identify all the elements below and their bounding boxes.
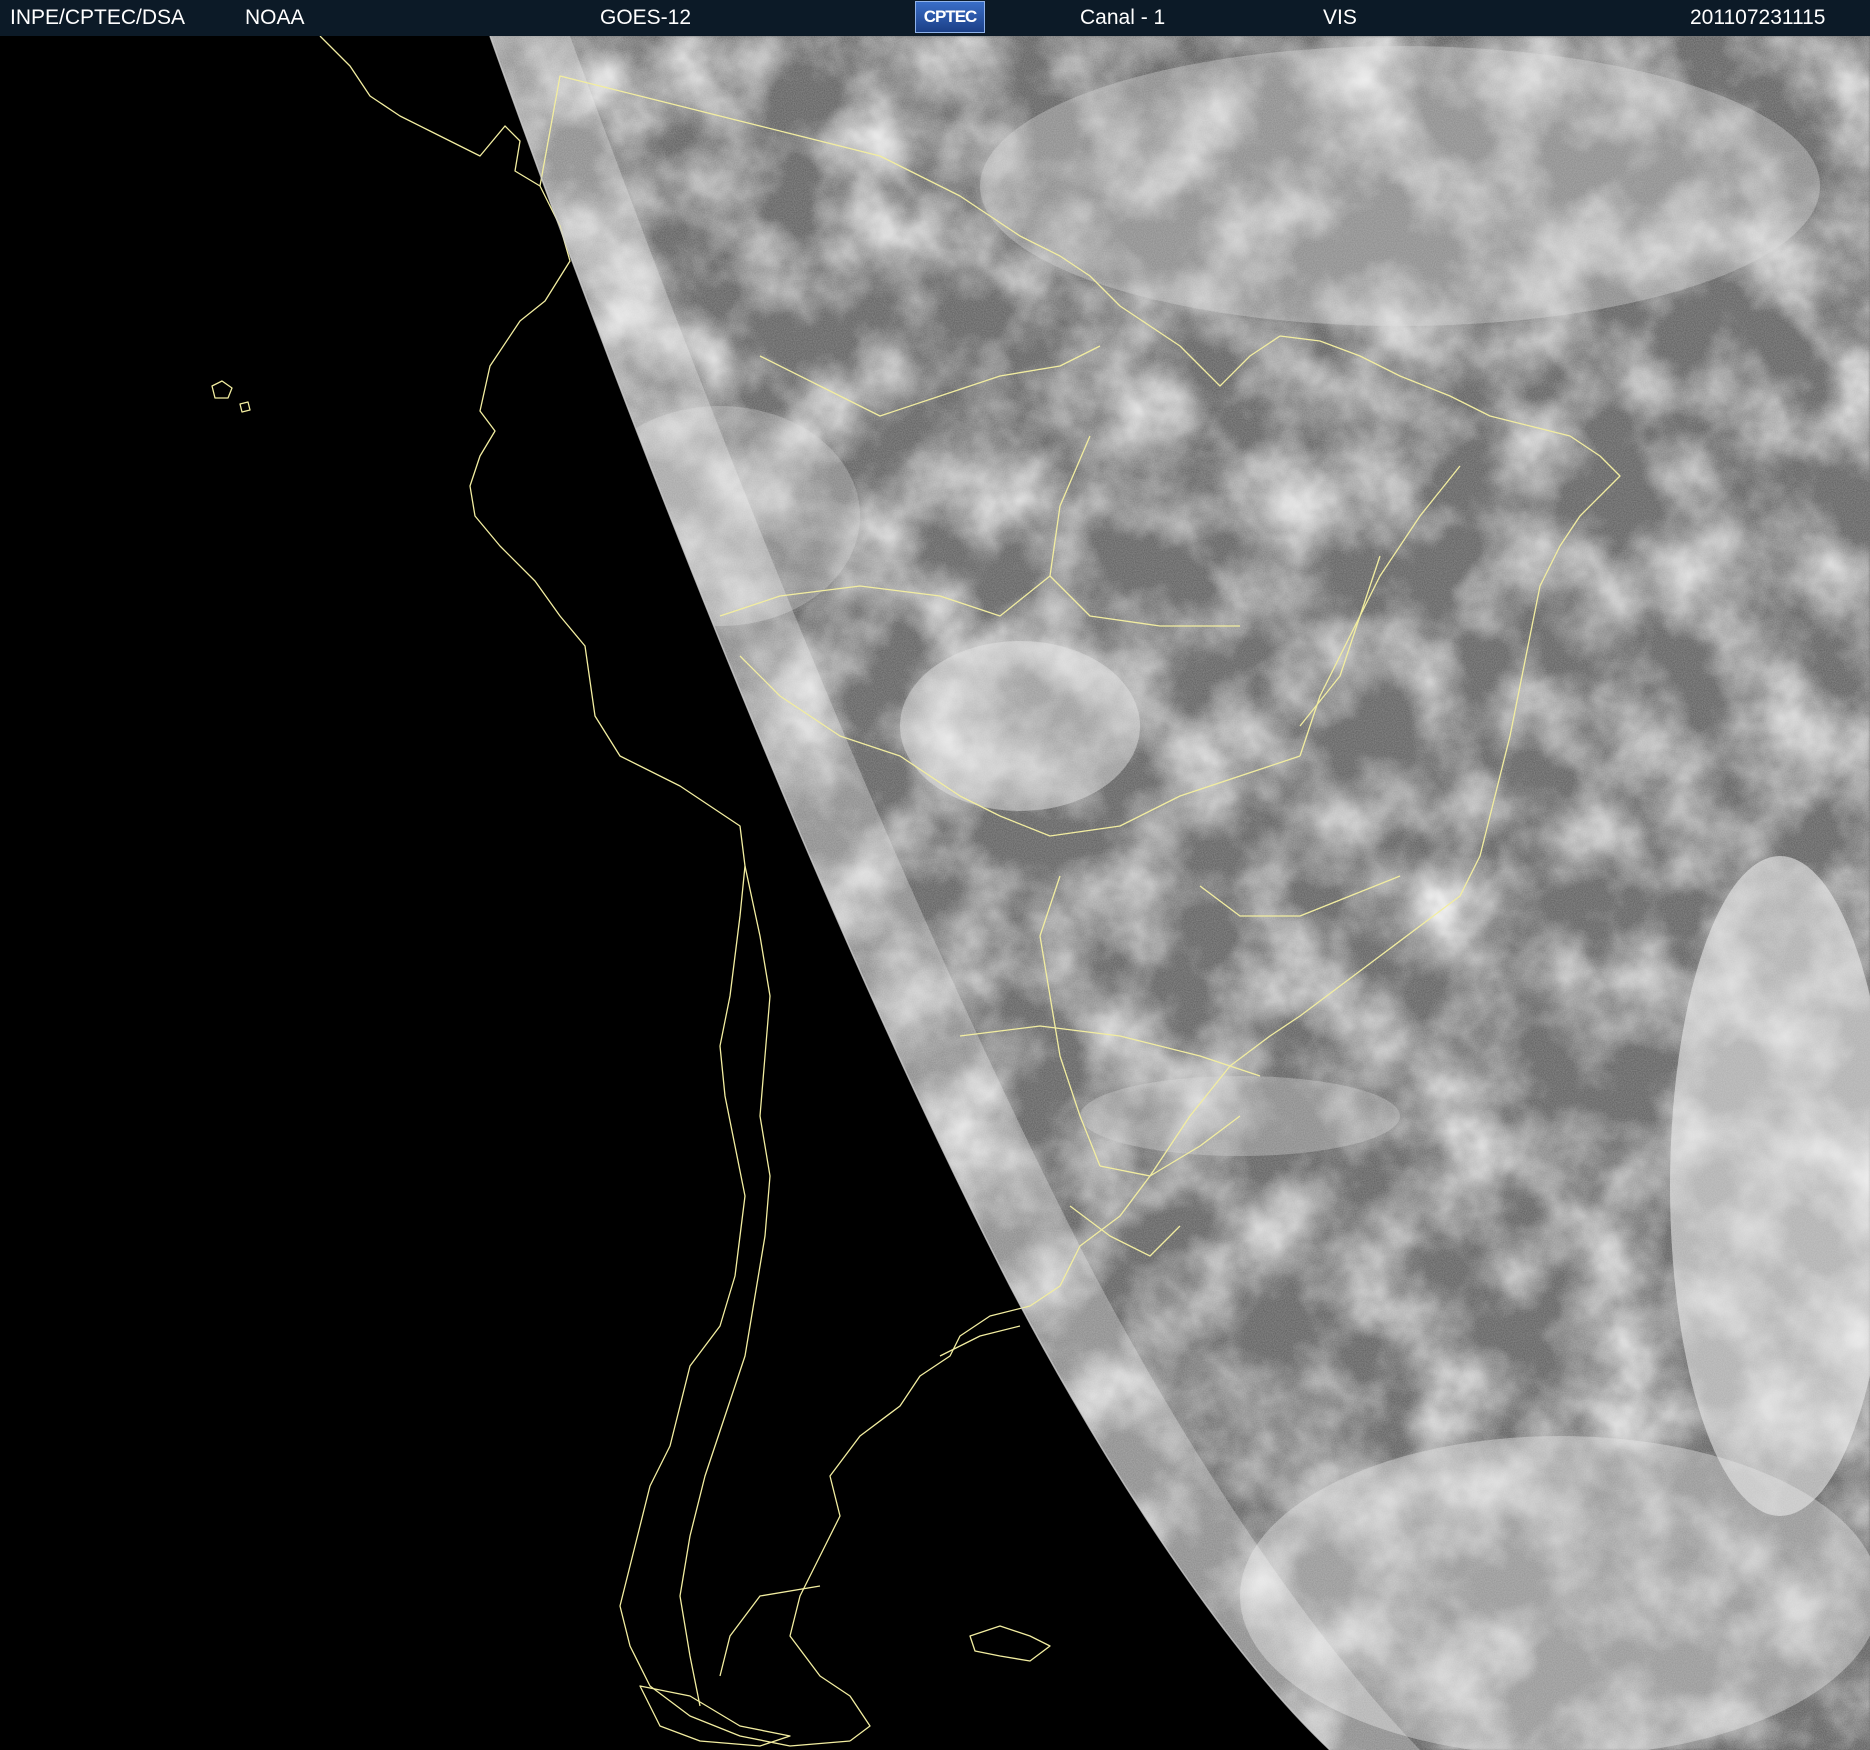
cptec-logo-icon: CPTEC xyxy=(915,1,985,33)
logo-text: CPTEC xyxy=(923,7,978,26)
agency-label: INPE/CPTEC/DSA xyxy=(10,6,186,29)
satellite-image-canvas xyxy=(0,36,1870,1750)
satellite-label: GOES-12 xyxy=(600,6,692,29)
image-header-bar: INPE/CPTEC/DSA NOAA GOES-12 CPTEC Canal … xyxy=(0,0,1870,36)
source-label: NOAA xyxy=(245,6,305,29)
band-label: VIS xyxy=(1323,6,1357,29)
timestamp-label: 201107231115 xyxy=(1690,6,1826,29)
channel-label: Canal - 1 xyxy=(1080,6,1166,29)
satellite-image xyxy=(0,36,1870,1750)
